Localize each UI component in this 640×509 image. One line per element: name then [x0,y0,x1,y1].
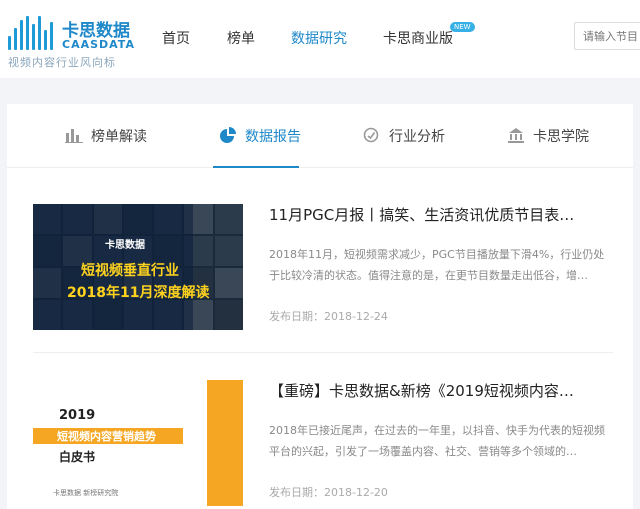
article-date: 发布日期：2018-12-24 [269,310,388,323]
article-title[interactable]: 11月PGC月报丨搞笑、生活资讯优质节目表… [269,204,613,225]
tab-ranking-analysis[interactable]: 榜单解读 [65,126,147,168]
logo-english: CAASDATA [62,38,135,51]
article-item[interactable]: 2019 短视频内容营销趋势 白皮书 卡思数据 新榜研究院 【重磅】卡思数据&新… [33,380,613,509]
tab-label: 数据报告 [245,129,301,145]
article-summary: 2018年11月，短视频需求减少，PGC节目播放量下滑4%，行业仍处于比较冷清的… [269,248,605,282]
thumbnail-footer: 卡思数据 新榜研究院 [53,489,119,497]
article-title[interactable]: 【重磅】卡思数据&新榜《2019短视频内容… [269,380,613,401]
nav-business-edition[interactable]: 卡思商业版 [383,28,453,48]
top-header: 卡思数据 CAASDATA 视频内容行业风向标 首页 榜单 数据研究 卡思商业版… [0,0,640,78]
thumbnail-subheadline: 2018年11月深度解读 [67,285,210,301]
academy-icon [507,127,525,143]
new-badge: NEW [450,22,475,32]
tab-industry-analysis[interactable]: 行业分析 [363,126,445,168]
tab-label: 榜单解读 [91,129,147,145]
pie-chart-icon [219,127,237,143]
tab-data-report[interactable]: 数据报告 [219,126,301,168]
thumbnail-headline: 短视频内容营销趋势 [57,430,156,443]
thumbnail-headline: 短视频垂直行业 [81,263,179,279]
logo-bars-icon [8,16,56,50]
analysis-icon [363,127,381,143]
nav-rankings[interactable]: 榜单 [227,28,255,48]
article-thumbnail[interactable]: 2019 短视频内容营销趋势 白皮书 卡思数据 新榜研究院 [33,380,243,506]
nav-data-research[interactable]: 数据研究 [291,28,347,48]
thumbnail-subheadline: 白皮书 [59,450,96,464]
bar-chart-icon [65,127,83,143]
thumbnail-year: 2019 [59,408,96,423]
article-divider [33,352,613,353]
report-tabs: 榜单解读 数据报告 行业分析 卡思学院 [7,104,633,168]
logo-tagline: 视频内容行业风向标 [8,56,116,69]
article-date: 发布日期：2018-12-20 [269,486,388,499]
nav-home[interactable]: 首页 [162,28,190,48]
site-logo[interactable]: 卡思数据 CAASDATA 视频内容行业风向标 [8,12,148,69]
tab-label: 行业分析 [389,129,445,145]
thumbnail-accent [207,380,243,506]
tab-academy[interactable]: 卡思学院 [507,126,589,168]
tab-label: 卡思学院 [533,129,589,145]
thumbnail-logo: 卡思数据 [105,240,145,251]
article-item[interactable]: 卡思数据 短视频垂直行业 2018年11月深度解读 11月PGC月报丨搞笑、生活… [33,204,613,334]
search-input[interactable] [574,22,640,50]
active-tab-indicator [213,166,299,168]
article-thumbnail[interactable]: 卡思数据 短视频垂直行业 2018年11月深度解读 [33,204,243,330]
article-summary: 2018年已接近尾声，在过去的一年里，以抖音、快手为代表的短视频平台的兴起，引发… [269,424,605,458]
content-card: 榜单解读 数据报告 行业分析 卡思学院 卡思数据 短视频垂直行业 2018年11… [7,104,633,509]
